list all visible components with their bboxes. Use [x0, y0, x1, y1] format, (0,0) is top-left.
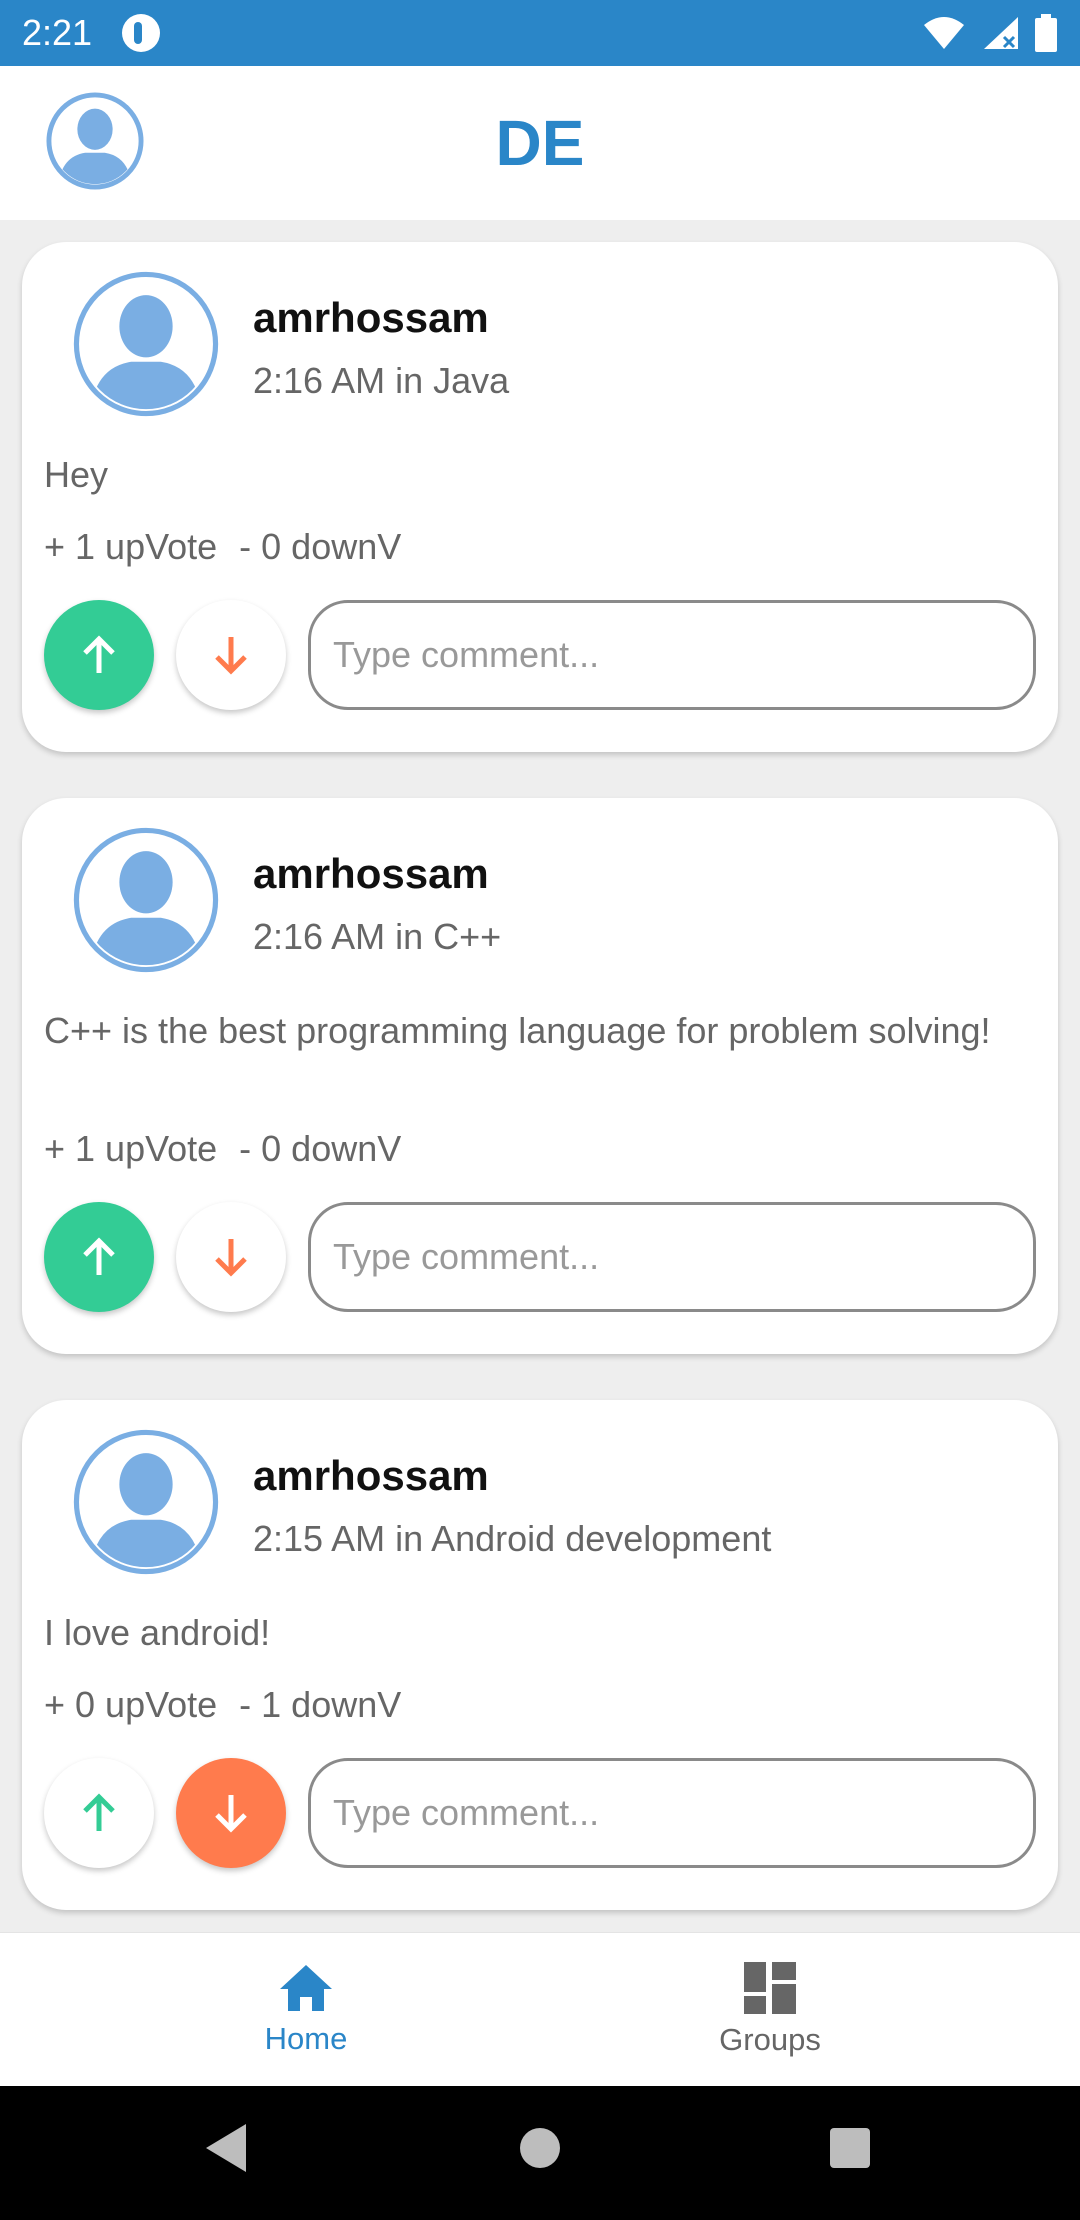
comment-input[interactable]: [308, 600, 1036, 710]
signal-icon: [984, 17, 1018, 49]
author-avatar-icon[interactable]: [72, 826, 220, 974]
nav-groups-label: Groups: [719, 2022, 821, 2057]
post-meta: 2:16 AM in Java: [253, 360, 510, 401]
author-avatar-icon[interactable]: [72, 1428, 220, 1576]
app-bar: DE: [0, 66, 1080, 220]
arrow-up-icon: [83, 1793, 115, 1831]
nav-home-label: Home: [264, 2021, 348, 2056]
nav-home[interactable]: Home: [36, 1933, 576, 2087]
post-card: amrhossam 2:16 AM in Java Hey + 1 upVote…: [22, 242, 1058, 752]
downvote-count: - 0 downV: [239, 526, 402, 567]
status-time: 2:21: [22, 12, 93, 53]
post-body: C++ is the best programming language for…: [44, 1010, 991, 1051]
upvote-button[interactable]: [44, 600, 154, 710]
upvote-count: + 0 upVote: [44, 1684, 218, 1725]
downvote-button[interactable]: [176, 1202, 286, 1312]
vote-counts: + 0 upVote - 1 downV: [44, 1684, 401, 1726]
post-author[interactable]: amrhossam: [253, 850, 489, 898]
page-title: DE: [495, 107, 585, 179]
post-body: Hey: [44, 454, 109, 495]
downvote-button[interactable]: [176, 600, 286, 710]
wifi-icon: [924, 17, 964, 49]
upvote-count: + 1 upVote: [44, 526, 218, 567]
arrow-up-icon: [83, 635, 115, 673]
vote-counts: + 1 upVote - 0 downV: [44, 1128, 401, 1170]
author-avatar-icon[interactable]: [72, 270, 220, 418]
arrow-down-icon: [215, 1239, 247, 1277]
upvote-count: + 1 upVote: [44, 1128, 218, 1169]
post-feed[interactable]: amrhossam 2:16 AM in Java Hey + 1 upVote…: [0, 220, 1080, 1932]
downvote-button[interactable]: [176, 1758, 286, 1868]
system-navigation-bar: [0, 2086, 1080, 2220]
upvote-button[interactable]: [44, 1202, 154, 1312]
post-body: I love android!: [44, 1612, 271, 1653]
post-meta: 2:15 AM in Android development: [253, 1518, 772, 1559]
post-card: amrhossam 2:15 AM in Android development…: [22, 1400, 1058, 1910]
dashboard-icon: [744, 1962, 796, 2014]
home-icon: [280, 1965, 332, 2011]
downvote-count: - 1 downV: [239, 1684, 402, 1725]
comment-input[interactable]: [308, 1202, 1036, 1312]
comment-input[interactable]: [308, 1758, 1036, 1868]
arrow-down-icon: [215, 637, 247, 675]
recents-icon[interactable]: [828, 2122, 872, 2174]
arrow-up-icon: [83, 1237, 115, 1275]
home-circle-icon[interactable]: [518, 2122, 562, 2174]
vote-counts: + 1 upVote - 0 downV: [44, 526, 401, 568]
post-author[interactable]: amrhossam: [253, 1452, 489, 1500]
downvote-count: - 0 downV: [239, 1128, 402, 1169]
status-bar: 2:21: [0, 0, 1080, 66]
nav-groups[interactable]: Groups: [500, 1933, 1040, 2087]
status-icons: [922, 14, 1058, 52]
post-author[interactable]: amrhossam: [253, 294, 489, 342]
arrow-down-icon: [215, 1795, 247, 1833]
bottom-navigation: Home Groups: [0, 1932, 1080, 2086]
app-notification-icon: [122, 14, 161, 52]
post-meta: 2:16 AM in C++: [253, 916, 502, 957]
back-icon[interactable]: [204, 2122, 248, 2174]
post-card: amrhossam 2:16 AM in C++ C++ is the best…: [22, 798, 1058, 1354]
battery-icon: [1035, 14, 1057, 52]
upvote-button[interactable]: [44, 1758, 154, 1868]
